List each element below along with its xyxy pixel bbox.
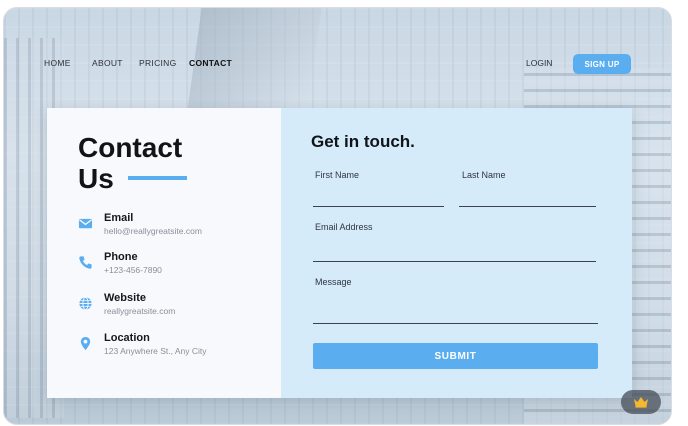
page-frame: HOME ABOUT PRICING CONTACT LOGIN SIGN UP… xyxy=(3,7,672,425)
location-pin-icon xyxy=(80,336,91,351)
crown-icon xyxy=(634,397,648,408)
contact-item-location: Location 123 Anywhere St., Any City xyxy=(78,332,268,362)
message-field[interactable] xyxy=(313,323,598,324)
email-address-field[interactable] xyxy=(313,261,596,262)
submit-button[interactable]: SUBMIT xyxy=(313,343,598,369)
location-label: Location xyxy=(104,332,150,344)
login-link[interactable]: LOGIN xyxy=(526,58,552,68)
envelope-icon xyxy=(78,218,93,229)
first-name-field[interactable] xyxy=(313,206,444,207)
contact-info-panel: Contact Us Email hello@reallygreatsite.c… xyxy=(47,108,281,398)
first-name-label: First Name xyxy=(315,170,360,180)
page-title: Contact Us xyxy=(78,132,182,194)
phone-value: +123-456-7890 xyxy=(104,265,162,275)
contact-item-email: Email hello@reallygreatsite.com xyxy=(78,212,268,242)
nav-home-link[interactable]: HOME xyxy=(44,58,71,68)
contact-item-phone: Phone +123-456-7890 xyxy=(78,251,268,281)
phone-icon xyxy=(79,256,92,269)
title-accent-bar xyxy=(128,176,187,180)
email-value: hello@reallygreatsite.com xyxy=(104,226,202,236)
nav-about-link[interactable]: ABOUT xyxy=(92,58,123,68)
last-name-label: Last Name xyxy=(462,170,506,180)
globe-icon xyxy=(79,296,92,311)
email-address-label: Email Address xyxy=(315,222,373,232)
contact-card: Contact Us Email hello@reallygreatsite.c… xyxy=(47,108,632,398)
phone-label: Phone xyxy=(104,251,138,263)
location-value: 123 Anywhere St., Any City xyxy=(104,346,207,356)
website-value: reallygreatsite.com xyxy=(104,306,176,316)
nav-contact-link[interactable]: CONTACT xyxy=(189,58,232,68)
page-title-line1: Contact xyxy=(78,132,183,163)
contact-item-website: Website reallygreatsite.com xyxy=(78,292,268,322)
website-label: Website xyxy=(104,292,146,304)
premium-badge[interactable] xyxy=(621,390,661,414)
last-name-field[interactable] xyxy=(459,206,596,207)
top-navigation: HOME ABOUT PRICING CONTACT LOGIN SIGN UP xyxy=(4,54,671,74)
email-label: Email xyxy=(104,212,134,224)
sign-up-button[interactable]: SIGN UP xyxy=(573,54,631,74)
nav-pricing-link[interactable]: PRICING xyxy=(139,58,177,68)
form-title: Get in touch. xyxy=(311,132,415,151)
message-label: Message xyxy=(315,277,352,287)
contact-form-panel: Get in touch. First Name Last Name Email… xyxy=(281,108,632,398)
